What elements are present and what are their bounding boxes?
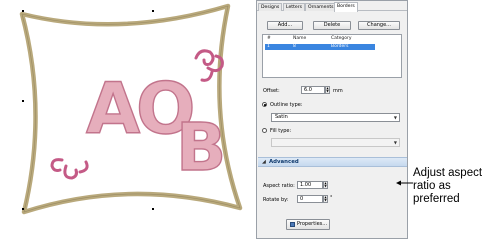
aspect-ratio-spinner[interactable]: ▲ ▼ [323,181,328,189]
column-header-category: Category [331,36,352,41]
aspect-ratio-label: Aspect ratio: [263,183,295,189]
list-item-name: 8 [293,44,296,49]
properties-icon [290,222,295,227]
chevron-down-icon: ▼ [393,140,397,145]
outline-type-radio[interactable] [262,102,267,107]
embroidery-design: A O B [19,3,243,215]
column-header-index: # [267,36,271,41]
fill-type-label: Fill type: [270,128,292,134]
fill-type-radio[interactable] [262,128,267,133]
letter-b: B [176,109,226,186]
properties-button-label: Properties... [297,221,328,227]
chevron-down-icon: ▼ [393,115,397,120]
outline-type-select[interactable]: Satin ▼ [271,113,400,122]
rotate-by-spinner[interactable]: ▲ ▼ [323,195,328,203]
ornament-bottom-left [50,158,89,180]
borders-panel: Designs Letters Ornaments Borders Add...… [256,0,408,239]
design-canvas[interactable]: A O B [0,0,255,252]
annotation-text: Adjust aspect ratio as preferred [413,167,483,205]
column-header-name: Name [293,36,307,41]
offset-unit: mm [333,88,343,94]
aspect-ratio-field[interactable]: 1.00 [297,181,323,189]
outline-type-value: Satin [275,114,288,120]
change-button[interactable]: Change... [358,21,400,30]
advanced-section-header[interactable]: ◢ Advanced [258,157,407,167]
list-item[interactable]: 1 8 Borders [265,44,375,50]
monogram-letters: A O B [85,67,227,186]
tab-ornaments[interactable]: Ornaments [305,3,337,11]
offset-label: Offset: [263,88,280,94]
rotate-by-label: Rotate by: [263,197,289,203]
offset-field[interactable]: 6.0 [301,86,325,94]
outline-type-label: Outline type: [270,102,303,108]
advanced-section-title: Advanced [269,159,299,165]
tab-letters[interactable]: Letters [283,3,306,11]
list-item-index: 1 [267,44,270,49]
panel-tabs: Designs Letters Ornaments Borders [257,2,407,12]
list-item-category: Borders [331,44,349,49]
add-button[interactable]: Add... [267,21,303,30]
properties-button[interactable]: Properties... [286,219,330,230]
delete-button[interactable]: Delete [313,21,351,30]
fill-type-select[interactable]: ▼ [271,138,400,147]
offset-spinner[interactable]: ▲ ▼ [325,86,330,94]
rotate-by-field[interactable]: 0 [297,195,323,203]
tab-borders[interactable]: Borders [334,2,358,12]
tab-designs[interactable]: Designs [258,3,283,11]
collapse-triangle-icon: ◢ [262,159,266,165]
rotate-by-unit: ° [330,195,333,201]
annotation-arrow-icon [396,180,413,186]
borders-list[interactable]: # Name Category 1 8 Borders [262,34,402,78]
letter-a: A [86,68,140,150]
